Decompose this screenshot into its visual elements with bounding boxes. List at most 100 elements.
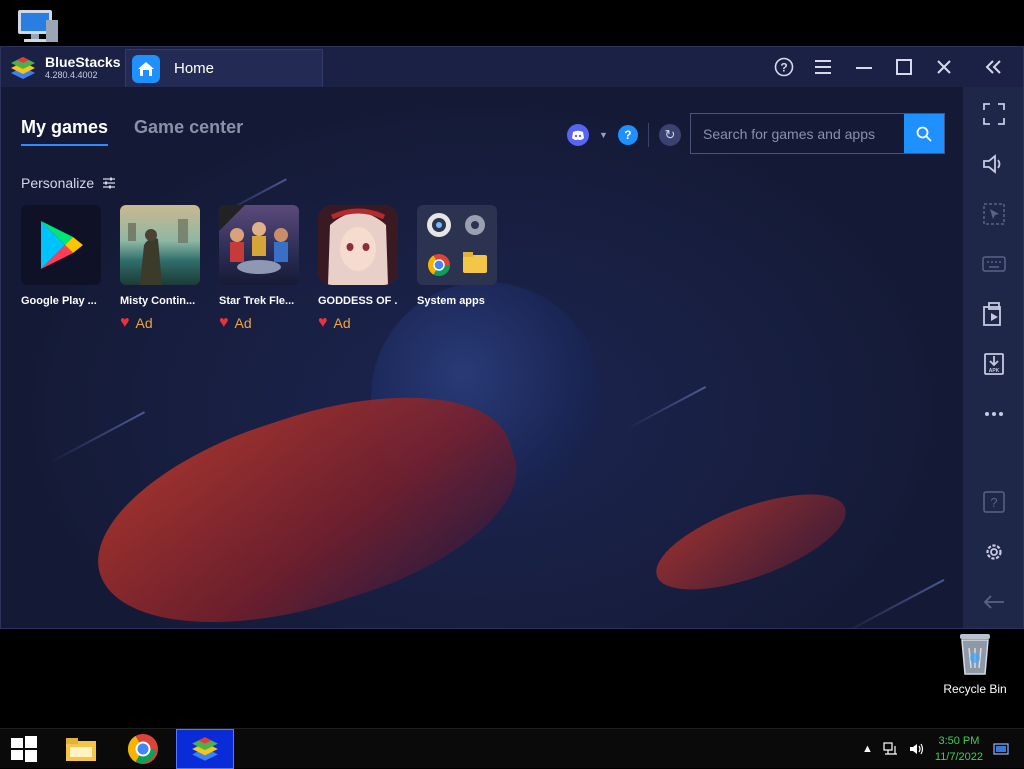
system-apps-icon (417, 205, 497, 285)
help-square-icon: ? (983, 491, 1005, 513)
maximize-button[interactable] (892, 55, 916, 79)
top-tools: ▼ ? ↻ (567, 123, 681, 147)
fullscreen-button[interactable] (981, 101, 1007, 127)
file-explorer-taskbar[interactable] (56, 729, 106, 769)
tab-my-games[interactable]: My games (21, 117, 109, 146)
personalize-button[interactable]: Personalize (21, 175, 116, 191)
network-icon[interactable] (883, 742, 899, 756)
tab-home-label: Home (174, 60, 215, 77)
home-icon (132, 54, 160, 83)
bluestacks-icon (192, 737, 218, 761)
settings-button[interactable] (981, 539, 1007, 565)
keyboard-icon (982, 256, 1006, 272)
goddess-icon (318, 205, 398, 285)
app-tile[interactable]: GODDESS OF ... ♥ Ad (318, 205, 398, 331)
menu-button[interactable] (812, 55, 836, 79)
search-box (690, 113, 945, 154)
keyboard-button[interactable] (981, 251, 1007, 277)
chrome-taskbar[interactable] (118, 729, 168, 769)
tab-game-center[interactable]: Game center (134, 117, 243, 146)
bluestacks-taskbar[interactable] (176, 729, 234, 769)
volume-button[interactable] (981, 151, 1007, 177)
heart-icon: ♥ (120, 314, 130, 331)
app-name: Star Trek Fle... (219, 295, 295, 307)
app-grid: Google Play ... Misty Contin... ♥ Ad Sta… (21, 205, 497, 331)
ad-label: Ad (135, 315, 153, 331)
heart-icon: ♥ (219, 314, 229, 331)
clock[interactable]: 3:50 PM 11/7/2022 (935, 733, 983, 765)
divider (647, 123, 649, 147)
right-sidebar: APK ? (963, 87, 1023, 628)
star-trek-fleet-icon (219, 205, 299, 285)
apk-icon: APK (984, 353, 1004, 375)
pointer-button[interactable] (981, 201, 1007, 227)
tab-home[interactable]: Home (125, 49, 323, 87)
more-dots-icon (985, 412, 1003, 416)
google-play-icon (21, 205, 101, 285)
clock-time: 3:50 PM (938, 735, 980, 747)
recycle-bin[interactable]: Recycle Bin (940, 630, 1010, 696)
background-ship-small (645, 474, 857, 610)
app-name: Google Play ... (21, 295, 97, 307)
ad-badge: ♥ Ad (219, 314, 299, 332)
clock-date: 11/7/2022 (934, 751, 984, 763)
media-manager-button[interactable] (981, 301, 1007, 327)
bluestacks-window: BlueStacks 4.280.4.4002 Home ? My games … (0, 46, 1024, 629)
help-circle-icon: ? (774, 57, 794, 77)
background-streak (46, 411, 146, 465)
background-streak (625, 385, 707, 431)
svg-text:?: ? (990, 495, 997, 510)
ad-label: Ad (234, 315, 252, 331)
show-hidden-icons-icon[interactable]: ▲ (862, 743, 873, 755)
taskbar: ▲ 3:50 PM 11/7/2022 (0, 728, 1024, 769)
app-tile[interactable]: Misty Contin... ♥ Ad (120, 205, 200, 331)
app-name: BlueStacks (45, 54, 121, 70)
title-bar: BlueStacks 4.280.4.4002 Home ? (1, 47, 1023, 87)
cursor-select-icon (983, 203, 1005, 225)
install-apk-button[interactable]: APK (981, 351, 1007, 377)
refresh-icon[interactable]: ↻ (658, 124, 681, 146)
app-tile[interactable]: Google Play ... (21, 205, 101, 331)
fullscreen-icon (983, 103, 1005, 125)
svg-text:APK: APK (989, 368, 1000, 374)
question-icon[interactable]: ? (617, 125, 638, 145)
maximize-icon (896, 59, 912, 75)
app-tile[interactable]: System apps (417, 205, 497, 331)
nav-tabs: My games Game center (21, 117, 243, 146)
app-name: Misty Contin... (120, 295, 196, 307)
collapse-sidebar-button[interactable] (982, 55, 1006, 79)
sliders-icon (103, 177, 116, 189)
personalize-label: Personalize (21, 175, 95, 191)
minimize-button[interactable] (852, 55, 876, 79)
app-tile[interactable]: Star Trek Fle... ♥ Ad (219, 205, 299, 331)
arrow-left-icon (983, 595, 1004, 609)
app-version: 4.280.4.4002 (45, 70, 98, 80)
folder-icon (66, 738, 96, 761)
sidebar-help-button[interactable]: ? (981, 489, 1007, 515)
this-pc-icon[interactable] (14, 8, 62, 46)
hamburger-icon (815, 60, 831, 74)
system-tray: ▲ 3:50 PM 11/7/2022 (862, 729, 1009, 769)
volume-icon (983, 154, 1001, 174)
heart-icon: ♥ (318, 314, 328, 331)
close-button[interactable] (932, 55, 956, 79)
start-button[interactable] (0, 729, 48, 769)
ad-badge: ♥ Ad (318, 314, 398, 332)
main-content: My games Game center ▼ ? ↻ Personalize (1, 87, 963, 628)
ad-label: Ad (333, 315, 351, 331)
close-icon (937, 60, 951, 74)
search-input[interactable] (691, 114, 904, 153)
discord-icon[interactable] (567, 124, 589, 146)
background-streak (837, 578, 945, 628)
gear-icon (986, 544, 1002, 560)
notification-icon[interactable] (993, 742, 1009, 756)
help-button[interactable]: ? (772, 55, 796, 79)
search-button[interactable] (904, 114, 944, 153)
back-button[interactable] (981, 589, 1007, 615)
volume-tray-icon[interactable] (909, 742, 925, 756)
recycle-bin-label: Recycle Bin (943, 682, 1007, 696)
chevron-down-icon[interactable]: ▼ (599, 130, 608, 140)
app-name: System apps (417, 295, 485, 307)
windows-logo-icon (11, 736, 37, 762)
more-button[interactable] (981, 401, 1007, 427)
